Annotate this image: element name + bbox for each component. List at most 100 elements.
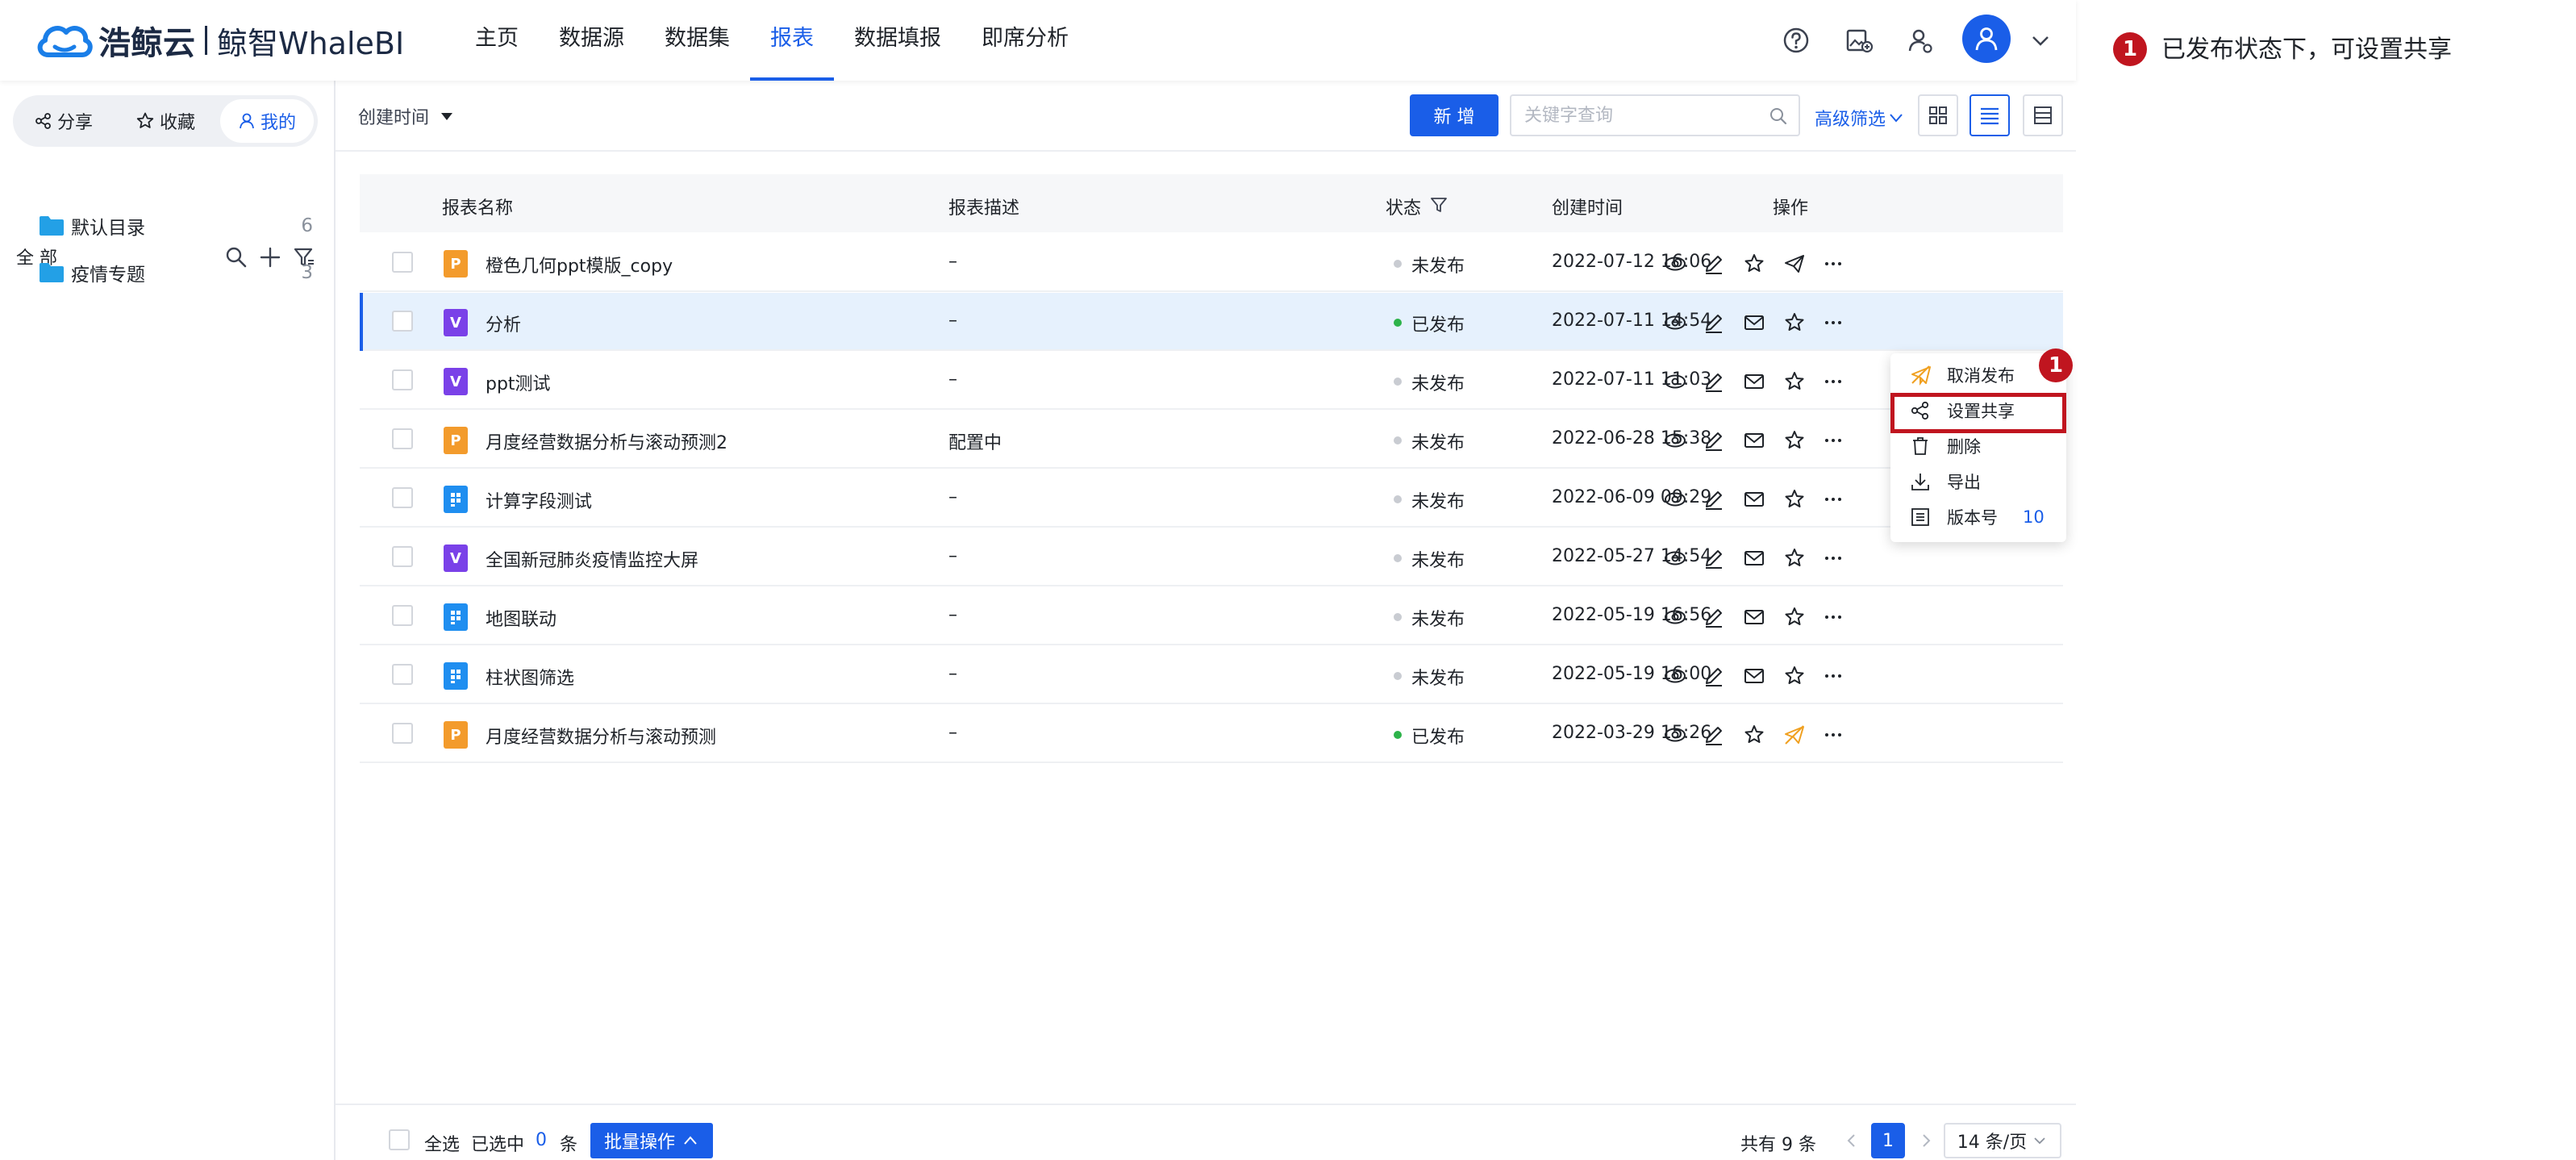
favorite-star-icon[interactable] xyxy=(1782,546,1807,570)
more-icon[interactable] xyxy=(1821,487,1845,511)
folder-default[interactable]: 默认目录 6 xyxy=(39,210,321,242)
edit-icon[interactable] xyxy=(1702,252,1726,276)
edit-icon[interactable] xyxy=(1702,605,1726,629)
folder-epidemic[interactable]: 疫情专题 3 xyxy=(39,257,321,289)
row-checkbox[interactable] xyxy=(392,311,413,332)
more-icon[interactable] xyxy=(1821,428,1845,453)
edit-icon[interactable] xyxy=(1702,723,1726,747)
favorite-star-icon[interactable] xyxy=(1782,487,1807,511)
report-name[interactable]: 分析 xyxy=(486,311,521,336)
more-icon[interactable] xyxy=(1821,546,1845,570)
table-row[interactable]: P 月度经营数据分析与滚动预测 – 已发布 2022-03-29 15:26 xyxy=(360,705,2063,763)
row-checkbox[interactable] xyxy=(392,369,413,390)
help-icon[interactable] xyxy=(1781,25,1811,56)
nav-report[interactable]: 报表 xyxy=(750,0,834,81)
more-icon[interactable] xyxy=(1821,605,1845,629)
tab-share[interactable]: 分享 xyxy=(17,99,110,143)
table-view-button[interactable] xyxy=(2023,94,2063,136)
more-icon[interactable] xyxy=(1821,252,1845,276)
menu-export[interactable]: 导出 xyxy=(1890,465,2066,499)
favorite-star-icon[interactable] xyxy=(1782,311,1807,335)
mail-icon[interactable] xyxy=(1742,487,1766,511)
favorite-star-icon[interactable] xyxy=(1782,369,1807,394)
row-checkbox[interactable] xyxy=(392,605,413,626)
view-icon[interactable] xyxy=(1663,546,1687,570)
unpublish-icon[interactable] xyxy=(1782,723,1807,747)
table-row[interactable]: 柱状图筛选 – 未发布 2022-05-19 16:00 xyxy=(360,646,2063,704)
favorite-star-icon[interactable] xyxy=(1782,664,1807,688)
table-row[interactable]: P 橙色几何ppt模版_copy – 未发布 2022-07-12 16:06 xyxy=(360,234,2063,292)
edit-icon[interactable] xyxy=(1702,487,1726,511)
mail-icon[interactable] xyxy=(1742,546,1766,570)
edit-icon[interactable] xyxy=(1702,664,1726,688)
table-row[interactable]: Vppt测试 – 未发布 2022-07-11 11:03 xyxy=(360,352,2063,410)
edit-icon[interactable] xyxy=(1702,428,1726,453)
view-icon[interactable] xyxy=(1663,428,1687,453)
report-name[interactable]: 计算字段测试 xyxy=(486,487,592,513)
row-checkbox[interactable] xyxy=(392,252,413,273)
view-icon[interactable] xyxy=(1663,723,1687,747)
report-name[interactable]: 月度经营数据分析与滚动预测 xyxy=(486,723,716,749)
search-icon[interactable] xyxy=(1768,106,1789,127)
report-name[interactable]: 月度经营数据分析与滚动预测2 xyxy=(486,428,727,454)
mail-icon[interactable] xyxy=(1742,369,1766,394)
prev-page-icon[interactable] xyxy=(1842,1131,1861,1150)
image-manage-icon[interactable] xyxy=(1844,25,1874,56)
favorite-star-icon[interactable] xyxy=(1782,428,1807,453)
nav-datasource[interactable]: 数据源 xyxy=(539,0,644,81)
next-page-icon[interactable] xyxy=(1916,1131,1936,1150)
page-number-current[interactable]: 1 xyxy=(1871,1123,1905,1158)
menu-delete[interactable]: 删除 xyxy=(1890,429,2066,463)
mail-icon[interactable] xyxy=(1742,664,1766,688)
row-checkbox[interactable] xyxy=(392,428,413,449)
report-name[interactable]: 全国新冠肺炎疫情监控大屏 xyxy=(486,546,698,572)
row-checkbox[interactable] xyxy=(392,723,413,744)
row-checkbox[interactable] xyxy=(392,546,413,567)
report-name[interactable]: 柱状图筛选 xyxy=(486,664,574,690)
publish-icon[interactable] xyxy=(1782,252,1807,276)
row-checkbox[interactable] xyxy=(392,487,413,508)
page-size-select[interactable]: 14 条/页 xyxy=(1944,1123,2061,1158)
nav-data-fill[interactable]: 数据填报 xyxy=(834,0,961,81)
report-name[interactable]: ppt测试 xyxy=(486,369,551,395)
view-icon[interactable] xyxy=(1663,311,1687,335)
edit-icon[interactable] xyxy=(1702,311,1726,335)
row-checkbox[interactable] xyxy=(392,664,413,685)
table-row[interactable]: V 全国新冠肺炎疫情监控大屏 – 未发布 2022-05-27 14:54 xyxy=(360,528,2063,586)
status-filter-icon[interactable] xyxy=(1429,195,1448,215)
view-icon[interactable] xyxy=(1663,605,1687,629)
logo[interactable]: 浩鲸云 鲸智WhaleBI xyxy=(35,18,404,63)
avatar[interactable] xyxy=(1962,15,2011,63)
favorite-star-icon[interactable] xyxy=(1782,605,1807,629)
list-view-button[interactable] xyxy=(1970,94,2010,136)
view-icon[interactable] xyxy=(1663,664,1687,688)
more-icon[interactable] xyxy=(1821,369,1845,394)
more-icon[interactable] xyxy=(1821,723,1845,747)
mail-icon[interactable] xyxy=(1742,428,1766,453)
user-manage-icon[interactable] xyxy=(1905,25,1936,56)
select-all-checkbox[interactable] xyxy=(389,1129,410,1150)
view-icon[interactable] xyxy=(1663,252,1687,276)
report-name[interactable]: 橙色几何ppt模版_copy xyxy=(486,252,673,277)
favorite-star-icon[interactable] xyxy=(1742,252,1766,276)
edit-icon[interactable] xyxy=(1702,546,1726,570)
table-row[interactable]: V 分析 – 已发布 2022-07-11 14:54 xyxy=(360,293,2063,351)
mail-icon[interactable] xyxy=(1742,605,1766,629)
tab-mine[interactable]: 我的 xyxy=(220,99,314,143)
advanced-filter[interactable]: 高级筛选 xyxy=(1815,105,1905,131)
menu-version[interactable]: 版本号 10 xyxy=(1890,500,2066,534)
edit-icon[interactable] xyxy=(1702,369,1726,394)
batch-operation-button[interactable]: 批量操作 xyxy=(590,1123,713,1158)
nav-adhoc-analysis[interactable]: 即席分析 xyxy=(961,0,1089,81)
search-input[interactable] xyxy=(1523,96,1760,135)
more-icon[interactable] xyxy=(1821,311,1845,335)
table-row[interactable]: 计算字段测试 – 未发布 2022-06-09 09:29 xyxy=(360,469,2063,528)
mail-icon[interactable] xyxy=(1742,311,1766,335)
table-row[interactable]: P 月度经营数据分析与滚动预测2 配置中 未发布 2022-06-28 15:38 xyxy=(360,411,2063,469)
nav-home[interactable]: 主页 xyxy=(455,0,539,81)
view-icon[interactable] xyxy=(1663,369,1687,394)
view-icon[interactable] xyxy=(1663,487,1687,511)
favorite-star-icon[interactable] xyxy=(1742,723,1766,747)
nav-dataset[interactable]: 数据集 xyxy=(644,0,750,81)
add-button[interactable]: 新 增 xyxy=(1410,94,1498,136)
